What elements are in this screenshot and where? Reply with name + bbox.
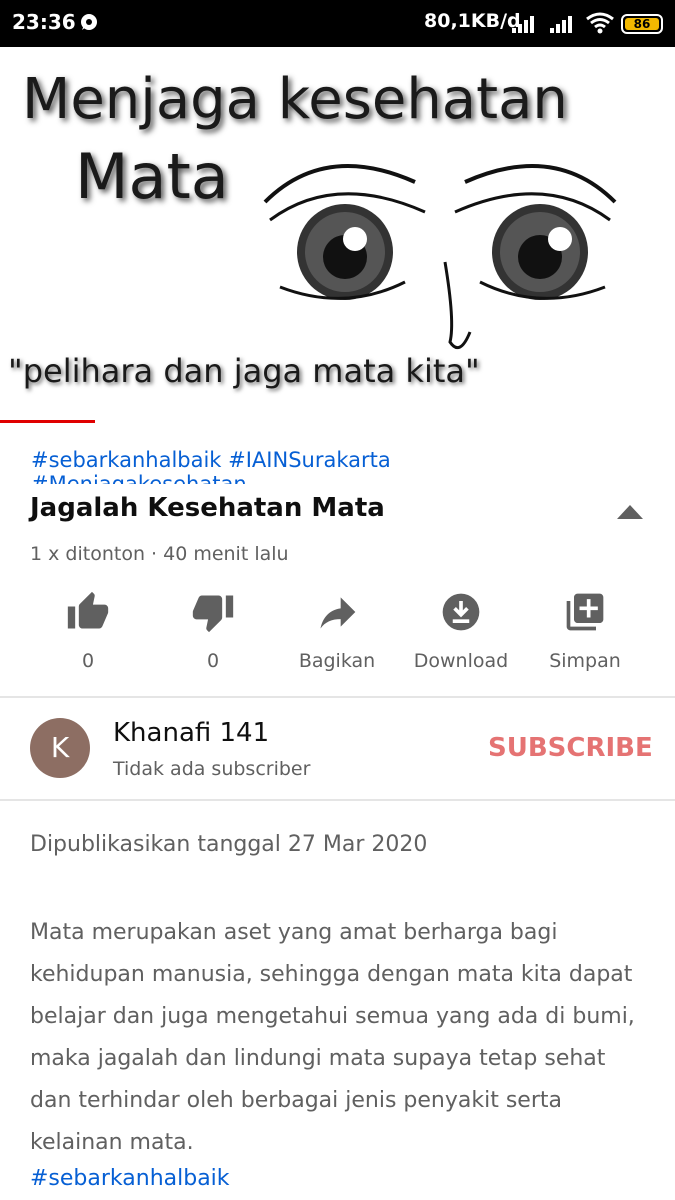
channel-avatar[interactable]: K [30,718,90,778]
chat-notification-icon [81,14,97,30]
action-bar: 0 0 Bagikan Download Simpan [28,590,648,680]
collapse-arrow-icon[interactable] [617,505,643,519]
like-count: 0 [81,650,95,672]
video-progress-bar[interactable] [0,420,675,423]
thumbs-up-icon [67,591,109,629]
download-label: Download [413,650,509,672]
dislike-count: 0 [206,650,220,672]
thumbs-down-icon [192,595,234,633]
thumbnail-quote: "pelihara dan jaga mata kita" [8,352,480,390]
subscriber-count: Tidak ada subscriber [113,758,311,780]
thumbnail-title-line2: Mata [75,140,229,213]
wifi-icon [586,12,614,34]
video-progress-fill [0,420,95,423]
divider [0,799,675,801]
add-to-playlist-icon [566,593,604,631]
share-label: Bagikan [298,650,376,672]
divider [0,696,675,698]
signal-icon [512,16,534,33]
network-speed: 80,1KB/d [424,10,521,32]
channel-name[interactable]: Khanafi 141 [113,718,269,748]
dislike-button[interactable]: 0 [153,590,273,672]
like-button[interactable]: 0 [28,590,148,672]
download-icon [442,593,480,631]
video-title: Jagalah Kesehatan Mata [30,493,385,523]
video-meta: 1 x ditonton · 40 menit lalu [30,543,289,565]
battery-icon: 86 [621,14,663,34]
signal-icon [550,16,572,33]
subscribe-button[interactable]: SUBSCRIBE [488,733,653,763]
publish-date: Dipublikasikan tanggal 27 Mar 2020 [30,832,428,857]
status-time: 23:36 [12,10,76,34]
thumbnail-title-line1: Menjaga kesehatan [22,67,568,132]
video-player[interactable]: Menjaga kesehatan Mata "pelihara dan jag… [0,47,675,420]
share-arrow-icon [320,597,356,629]
save-button[interactable]: Simpan [525,590,645,672]
status-bar: 23:36 80,1KB/d 86 [0,0,675,47]
hashtag-links[interactable]: #sebarkanhalbaik #IAINSurakarta [31,448,391,472]
save-label: Simpan [549,650,621,672]
download-button[interactable]: Download [401,590,521,672]
description-text: Mata merupakan aset yang amat berharga b… [30,920,635,1155]
battery-level: 86 [633,17,651,31]
share-button[interactable]: Bagikan [277,590,397,672]
eyes-illustration [263,164,617,350]
hashtag-links-cut[interactable]: #Menjagakesehatan [31,472,247,484]
description-hashtag[interactable]: #sebarkanhalbaik [30,1166,230,1191]
